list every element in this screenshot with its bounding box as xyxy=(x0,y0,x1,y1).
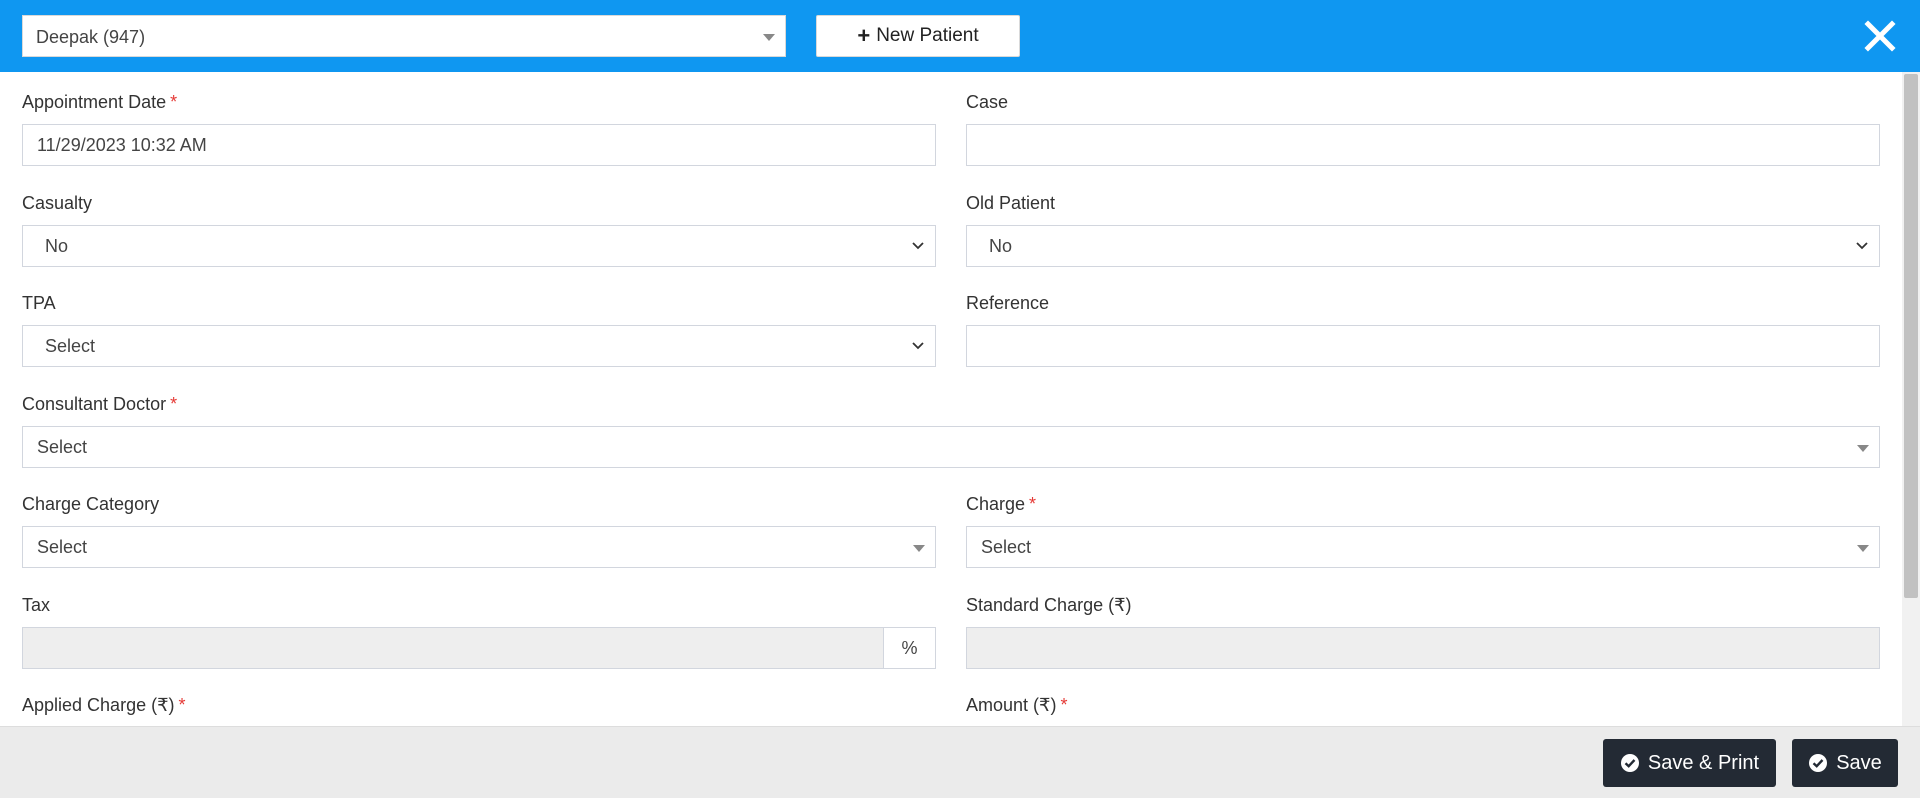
reference-input[interactable] xyxy=(966,325,1880,367)
charge-category-select[interactable]: Select xyxy=(22,526,936,568)
chevron-down-icon xyxy=(763,34,775,41)
charge-select[interactable]: Select xyxy=(966,526,1880,568)
consultant-doctor-label: Consultant Doctor * xyxy=(22,394,178,414)
chevron-down-icon xyxy=(1856,242,1868,250)
case-label: Case xyxy=(966,92,1009,112)
save-print-label: Save & Print xyxy=(1647,751,1760,774)
save-print-button[interactable]: Save & Print xyxy=(1603,739,1776,787)
new-patient-label: New Patient xyxy=(876,25,979,46)
old-patient-label: Old Patient xyxy=(966,193,1056,213)
percent-addon: % xyxy=(883,628,935,668)
chevron-down-icon xyxy=(1857,445,1869,452)
amount-label: Amount (₹) * xyxy=(966,695,1068,715)
check-circle-icon xyxy=(1620,754,1639,772)
modal-header: Deepak (947) + New Patient xyxy=(0,0,1920,72)
appointment-date-label: Appointment Date * xyxy=(22,92,178,112)
charge-category-label: Charge Category xyxy=(22,494,160,514)
standard-charge-label: Standard Charge (₹) xyxy=(966,595,1132,615)
plus-icon: + xyxy=(857,23,871,48)
chevron-down-icon xyxy=(1857,545,1869,552)
reference-label: Reference xyxy=(966,293,1050,313)
tax-label: Tax xyxy=(22,595,51,615)
casualty-select[interactable]: No xyxy=(22,225,936,267)
save-label: Save xyxy=(1836,751,1882,774)
chevron-down-icon xyxy=(912,342,924,350)
consultant-doctor-select[interactable]: Select xyxy=(22,426,1880,468)
new-patient-button[interactable]: + New Patient xyxy=(816,15,1020,57)
applied-charge-label: Applied Charge (₹) * xyxy=(22,695,186,715)
scrollbar-thumb[interactable] xyxy=(1904,74,1918,598)
case-input[interactable] xyxy=(966,124,1880,166)
appointment-date-input[interactable]: 11/29/2023 10:32 AM xyxy=(22,124,936,166)
save-button[interactable]: Save xyxy=(1792,739,1898,787)
charge-label: Charge * xyxy=(966,494,1037,514)
tax-input: % xyxy=(22,627,936,669)
close-icon[interactable] xyxy=(1862,18,1898,54)
patient-select[interactable]: Deepak (947) xyxy=(22,15,786,57)
standard-charge-input xyxy=(966,627,1880,669)
chevron-down-icon xyxy=(913,545,925,552)
appointment-form: Appointment Date * 11/29/2023 10:32 AM Ca… xyxy=(0,72,1902,726)
modal-footer: Save & Print Save xyxy=(0,726,1920,798)
tpa-select[interactable]: Select xyxy=(22,325,936,367)
patient-select-value: Deepak (947) xyxy=(36,27,146,47)
old-patient-select[interactable]: No xyxy=(966,225,1880,267)
casualty-label: Casualty xyxy=(22,193,93,213)
check-circle-icon xyxy=(1809,754,1828,772)
tpa-label: TPA xyxy=(22,293,56,313)
chevron-down-icon xyxy=(912,242,924,250)
